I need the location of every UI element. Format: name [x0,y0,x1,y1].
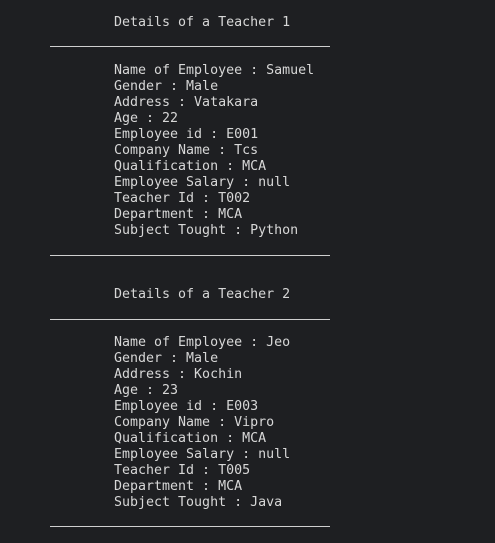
teacher-2-department: Department : MCA [114,479,243,494]
teacher-1-qualification: Qualification : MCA [114,159,267,174]
teacher-1-department: Department : MCA [114,207,243,222]
teacher-1-company-name: Company Name : Tcs [114,143,259,158]
teacher-1-name: Name of Employee : Samuel [114,63,315,78]
teacher-2-heading: Details of a Teacher 2 [114,287,291,302]
teacher-1-address: Address : Vatakara [114,95,259,110]
teacher-1-teacher-id: Teacher Id : T002 [114,191,251,206]
teacher-1-age: Age : 22 [114,111,179,126]
teacher-1-salary: Employee Salary : null [114,175,291,190]
teacher-2-name: Name of Employee : Jeo [114,335,291,350]
teacher-2-employee-id: Employee id : E003 [114,399,259,414]
separator-line [50,526,330,527]
teacher-1-employee-id: Employee id : E001 [114,127,259,142]
teacher-2-qualification: Qualification : MCA [114,431,267,446]
teacher-2-salary: Employee Salary : null [114,447,291,462]
teacher-1-subject: Subject Tought : Python [114,223,299,238]
teacher-1-heading: Details of a Teacher 1 [114,15,291,30]
teacher-2-subject: Subject Tought : Java [114,495,283,510]
teacher-2-teacher-id: Teacher Id : T005 [114,463,251,478]
separator-line [50,255,330,256]
separator-line [50,46,330,47]
teacher-2-gender: Gender : Male [114,351,219,366]
separator-line [50,319,330,320]
teacher-1-gender: Gender : Male [114,79,219,94]
teacher-2-age: Age : 23 [114,383,179,398]
teacher-2-company-name: Company Name : Vipro [114,415,275,430]
console-output: Details of a Teacher 1 Name of Employee … [0,0,495,543]
teacher-2-address: Address : Kochin [114,367,243,382]
